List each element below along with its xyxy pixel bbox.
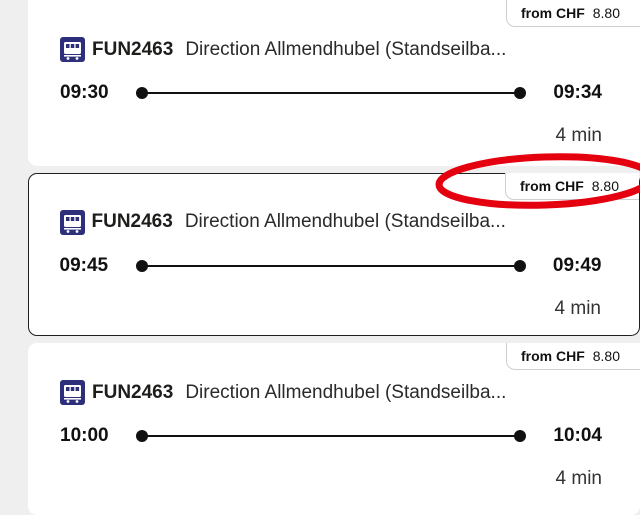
- timeline: 09:45 09:49: [60, 255, 602, 277]
- departure-time: 09:30: [60, 82, 109, 103]
- arrival-time: 09:34: [553, 82, 602, 103]
- train-title: FUN2463 Direction Allmendhubel (Standsei…: [60, 37, 585, 62]
- price-label: from CHF: [520, 5, 585, 21]
- price-tag: from CHF 8.80: [505, 343, 640, 370]
- timeline: 10:00 10:04: [60, 425, 602, 447]
- departure-dot: [136, 430, 148, 442]
- price-amount: 8.80: [592, 5, 620, 21]
- connection-card-selected[interactable]: from CHF 8.80 FUN2463 Direction Allmendhu…: [28, 172, 640, 336]
- departure-dot: [136, 87, 148, 99]
- train-title: FUN2463 Direction Allmendhubel (Standsei…: [60, 380, 585, 405]
- connection-card[interactable]: from CHF 8.80 FUN2463 Direction Allmendhu…: [28, 0, 640, 166]
- arrival-dot: [514, 430, 526, 442]
- duration: 4 min: [554, 297, 601, 319]
- funicular-icon: [60, 37, 85, 62]
- direction-text: Direction Allmendhubel (Standseilba...: [184, 211, 506, 232]
- price-amount: 8.80: [591, 177, 619, 194]
- departure-time: 10:00: [60, 425, 109, 446]
- direction-text: Direction Allmendhubel (Standseilba...: [185, 38, 507, 60]
- funicular-icon: [59, 209, 85, 235]
- route-line: [140, 92, 522, 94]
- price-amount: 8.80: [592, 348, 620, 364]
- price-label: from CHF: [520, 348, 585, 364]
- price-label: from CHF: [519, 177, 584, 194]
- arrival-dot: [514, 87, 526, 99]
- connection-card[interactable]: from CHF 8.80 FUN2463 Direction Allmendhu…: [28, 343, 640, 515]
- direction-text: Direction Allmendhubel (Standseilba...: [185, 381, 507, 403]
- arrival-time: 09:49: [552, 254, 602, 276]
- train-number: FUN2463: [92, 381, 174, 403]
- departure-dot: [135, 259, 148, 272]
- arrival-time: 10:04: [553, 425, 602, 446]
- price-tag: from CHF 8.80: [505, 0, 640, 27]
- duration: 4 min: [555, 468, 602, 489]
- duration: 4 min: [555, 125, 602, 146]
- route-line: [139, 264, 522, 267]
- route-line: [140, 435, 522, 437]
- train-number: FUN2463: [92, 38, 174, 60]
- departure-time: 09:45: [59, 254, 109, 276]
- arrival-dot: [513, 259, 526, 272]
- timeline: 09:30 09:34: [60, 82, 602, 104]
- train-number: FUN2463: [91, 211, 173, 232]
- price-tag: from CHF 8.80: [504, 172, 639, 200]
- funicular-icon: [60, 380, 85, 405]
- train-title: FUN2463 Direction Allmendhubel (Standsei…: [59, 209, 585, 235]
